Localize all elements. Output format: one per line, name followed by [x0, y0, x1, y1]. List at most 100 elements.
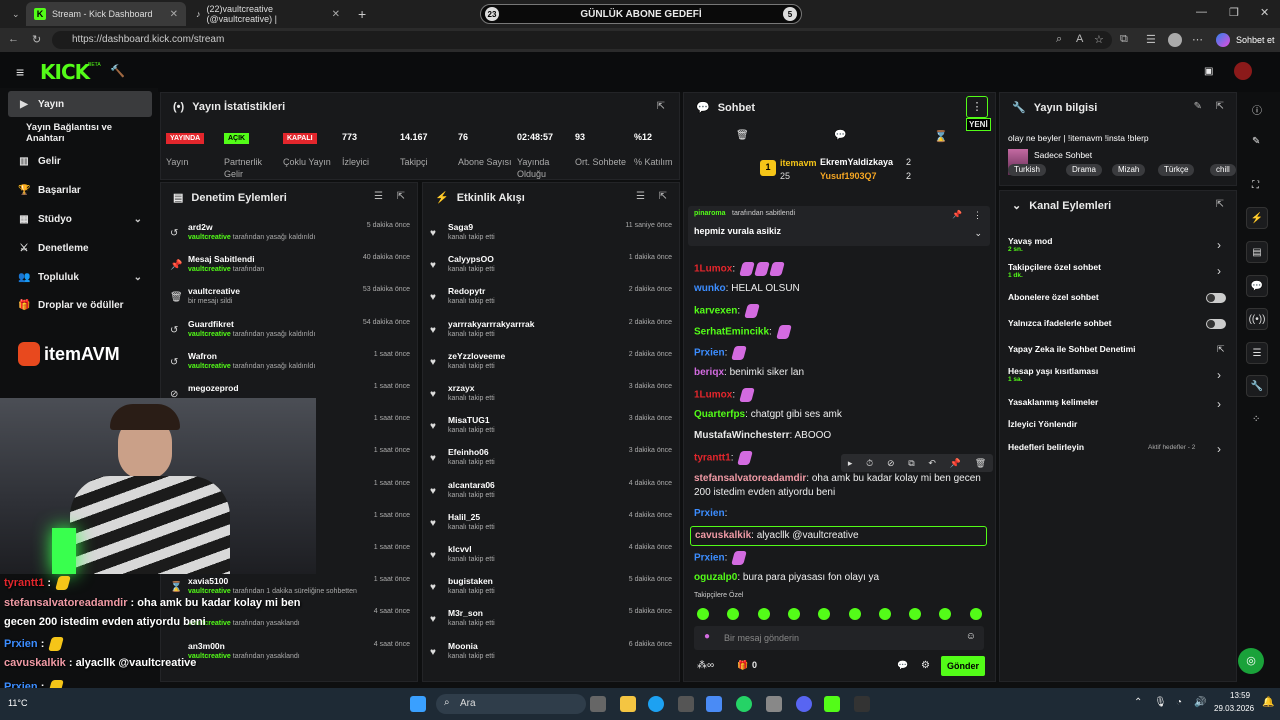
tag-turkish[interactable]: Turkish	[1008, 164, 1046, 176]
chat-bubble-icon[interactable]: 💬	[897, 660, 908, 671]
url-field[interactable]: https://dashboard.kick.com/stream	[52, 31, 1112, 49]
sidebar-item-stream-key[interactable]: Yayın Bağlantısı ve Anahtarı	[8, 120, 152, 146]
undo-icon[interactable]: ↶	[928, 458, 936, 469]
chat-username[interactable]: SerhatEmincikk	[694, 327, 769, 338]
hammer-icon[interactable]: 🔨	[110, 64, 125, 78]
sidebar-item-studyo[interactable]: ▦ Stüdyo ⌄	[8, 206, 152, 232]
reply-icon[interactable]: ▸	[848, 458, 853, 469]
tab-menu-button[interactable]: ⌄	[4, 2, 22, 26]
sidebar-item-gelir[interactable]: ▥ Gelir	[8, 148, 152, 174]
new-tab-button[interactable]: +	[350, 2, 370, 26]
channel-action-8[interactable]: İzleyici Yönlendir	[1008, 419, 1077, 429]
chat-username[interactable]: wunko	[694, 283, 726, 294]
rail-lightning-button[interactable]: ⚡	[1246, 207, 1268, 229]
file-explorer-icon[interactable]	[620, 696, 636, 712]
sidebar-item-topluluk[interactable]: 👥 Topluluk ⌄	[8, 264, 152, 290]
whatsapp-icon[interactable]	[736, 696, 752, 712]
chat-username[interactable]: Prxien	[694, 348, 725, 359]
kick-app-icon[interactable]	[824, 696, 840, 712]
channel-action-3[interactable]: Abonelere özel sohbet	[1008, 292, 1099, 302]
channel-action-9[interactable]: Hedefleri belirleyin	[1008, 442, 1084, 452]
send-button[interactable]: Gönder	[941, 656, 985, 676]
wifi-icon[interactable]: ◔	[1176, 697, 1182, 708]
chat-users-icon[interactable]: ⁂∞	[697, 660, 714, 671]
task-view-icon[interactable]	[590, 696, 606, 712]
chat-username[interactable]: MustafaWinchesterr	[694, 430, 790, 441]
info-icon[interactable]: ⓘ	[1252, 102, 1262, 117]
chat-username[interactable]: cavuskalkik	[695, 530, 751, 541]
collections-icon[interactable]: ☰	[1146, 33, 1156, 46]
mic-icon[interactable]: 🎙	[1154, 697, 1167, 708]
channel-action-1[interactable]: Yavaş mod 2 sn.	[1008, 236, 1052, 253]
chat-username[interactable]: 1Lumox	[694, 264, 732, 275]
chat-username[interactable]: Quarterfps	[694, 409, 745, 420]
chat-username[interactable]: Prxien	[694, 553, 725, 564]
close-icon[interactable]: ✕	[332, 9, 340, 20]
sidebar-item-basarilar[interactable]: 🏆 Başarılar	[8, 177, 152, 203]
popout-icon[interactable]: ⇱	[1216, 199, 1224, 210]
back-icon[interactable]: ←	[8, 33, 19, 45]
close-icon[interactable]: ✕	[170, 9, 178, 20]
chat-username[interactable]: stefansalvatoreadamdir	[694, 473, 806, 484]
popout-icon[interactable]: ⇱	[657, 101, 665, 112]
copilot-chat-button[interactable]: Sohbet et	[1236, 35, 1275, 45]
trash-icon[interactable]: 🗑	[975, 458, 986, 469]
filter-icon[interactable]: ☰	[374, 191, 383, 202]
emoji-icon[interactable]: ☺	[966, 631, 976, 642]
edit-icon[interactable]: ✎	[1194, 101, 1202, 112]
chevron-right-icon[interactable]: ›	[1217, 264, 1221, 278]
chat-icon[interactable]: 💬	[834, 130, 846, 141]
search-icon[interactable]: ⌕	[1056, 33, 1062, 46]
chevron-right-icon[interactable]: ›	[1217, 368, 1221, 382]
channel-action-6[interactable]: Hesap yaşı kısıtlaması 1 sa.	[1008, 366, 1098, 383]
pin-icon[interactable]: 📌	[952, 210, 962, 219]
tag-mizah[interactable]: Mizah	[1112, 164, 1146, 176]
extensions-icon[interactable]: ⧉	[1120, 33, 1128, 46]
external-link-icon[interactable]: ⇱	[1217, 344, 1225, 355]
rail-broadcast-button[interactable]: ((•))	[1246, 308, 1268, 330]
rail-wrench-button[interactable]: 🔧	[1246, 375, 1268, 397]
filter-icon[interactable]: ☰	[636, 191, 645, 202]
chat-menu-button[interactable]: ⋮	[966, 96, 988, 118]
emote-icon[interactable]	[757, 608, 770, 620]
pin-icon[interactable]: 📌	[950, 458, 961, 469]
chevron-right-icon[interactable]: ›	[1217, 442, 1221, 456]
gear-icon[interactable]: ⚙	[921, 660, 930, 671]
tag-drama[interactable]: Drama	[1066, 164, 1103, 176]
chat-username[interactable]: Prxien	[694, 508, 725, 519]
channel-action-7[interactable]: Yasaklanmış kelimeler	[1008, 397, 1098, 407]
rail-doc-button[interactable]: ▤	[1246, 241, 1268, 263]
emote-icon[interactable]	[969, 608, 982, 620]
channel-action-4[interactable]: Yalnızca ifadelerle sohbet	[1008, 318, 1111, 328]
tag-türkçe[interactable]: Türkçe	[1158, 164, 1195, 176]
chevron-down-icon[interactable]: ⌄	[974, 228, 982, 239]
hamburger-menu-icon[interactable]: ≡	[16, 64, 24, 80]
user-avatar[interactable]	[1234, 62, 1252, 80]
more-icon[interactable]: ⋮	[973, 210, 982, 221]
apps-icon[interactable]: ⁘	[1252, 414, 1260, 425]
taskbar-search[interactable]: ⌕ Ara	[436, 694, 586, 714]
toggle-switch[interactable]	[1206, 319, 1226, 329]
channel-action-2[interactable]: Takipçilere özel sohbet 1 dk.	[1008, 262, 1101, 279]
hourglass-icon[interactable]: ⌛	[934, 130, 948, 143]
notification-icon[interactable]: 🔔	[1262, 697, 1274, 708]
favorite-star-icon[interactable]: ☆	[1094, 33, 1104, 46]
tag-chill[interactable]: chill	[1210, 164, 1236, 176]
copilot-icon[interactable]	[1216, 33, 1230, 47]
rail-list-button[interactable]: ☰	[1246, 342, 1268, 364]
cast-icon[interactable]: ▣	[1204, 66, 1213, 77]
volume-icon[interactable]: 🔊	[1194, 697, 1206, 708]
chat-username[interactable]: 1Lumox	[694, 390, 732, 401]
sidebar-item-yayin[interactable]: ▶ Yayın	[8, 91, 152, 117]
tray-chevron-icon[interactable]: ⌃	[1134, 697, 1142, 708]
emote-icon[interactable]	[909, 608, 922, 620]
minimize-icon[interactable]: —	[1196, 6, 1207, 18]
emote-icon[interactable]	[697, 608, 709, 620]
popout-icon[interactable]: ⇱	[1216, 101, 1224, 112]
help-chat-button[interactable]: ◎	[1238, 648, 1264, 674]
emote-icon[interactable]	[787, 608, 800, 620]
sidebar-item-droplar[interactable]: 🎁 Droplar ve ödüller	[8, 292, 152, 318]
emote-icon[interactable]	[878, 608, 891, 620]
kick-logo[interactable]: KICK	[40, 60, 90, 84]
chat-input[interactable]: ● Bir mesaj gönderin ☺	[694, 626, 984, 650]
